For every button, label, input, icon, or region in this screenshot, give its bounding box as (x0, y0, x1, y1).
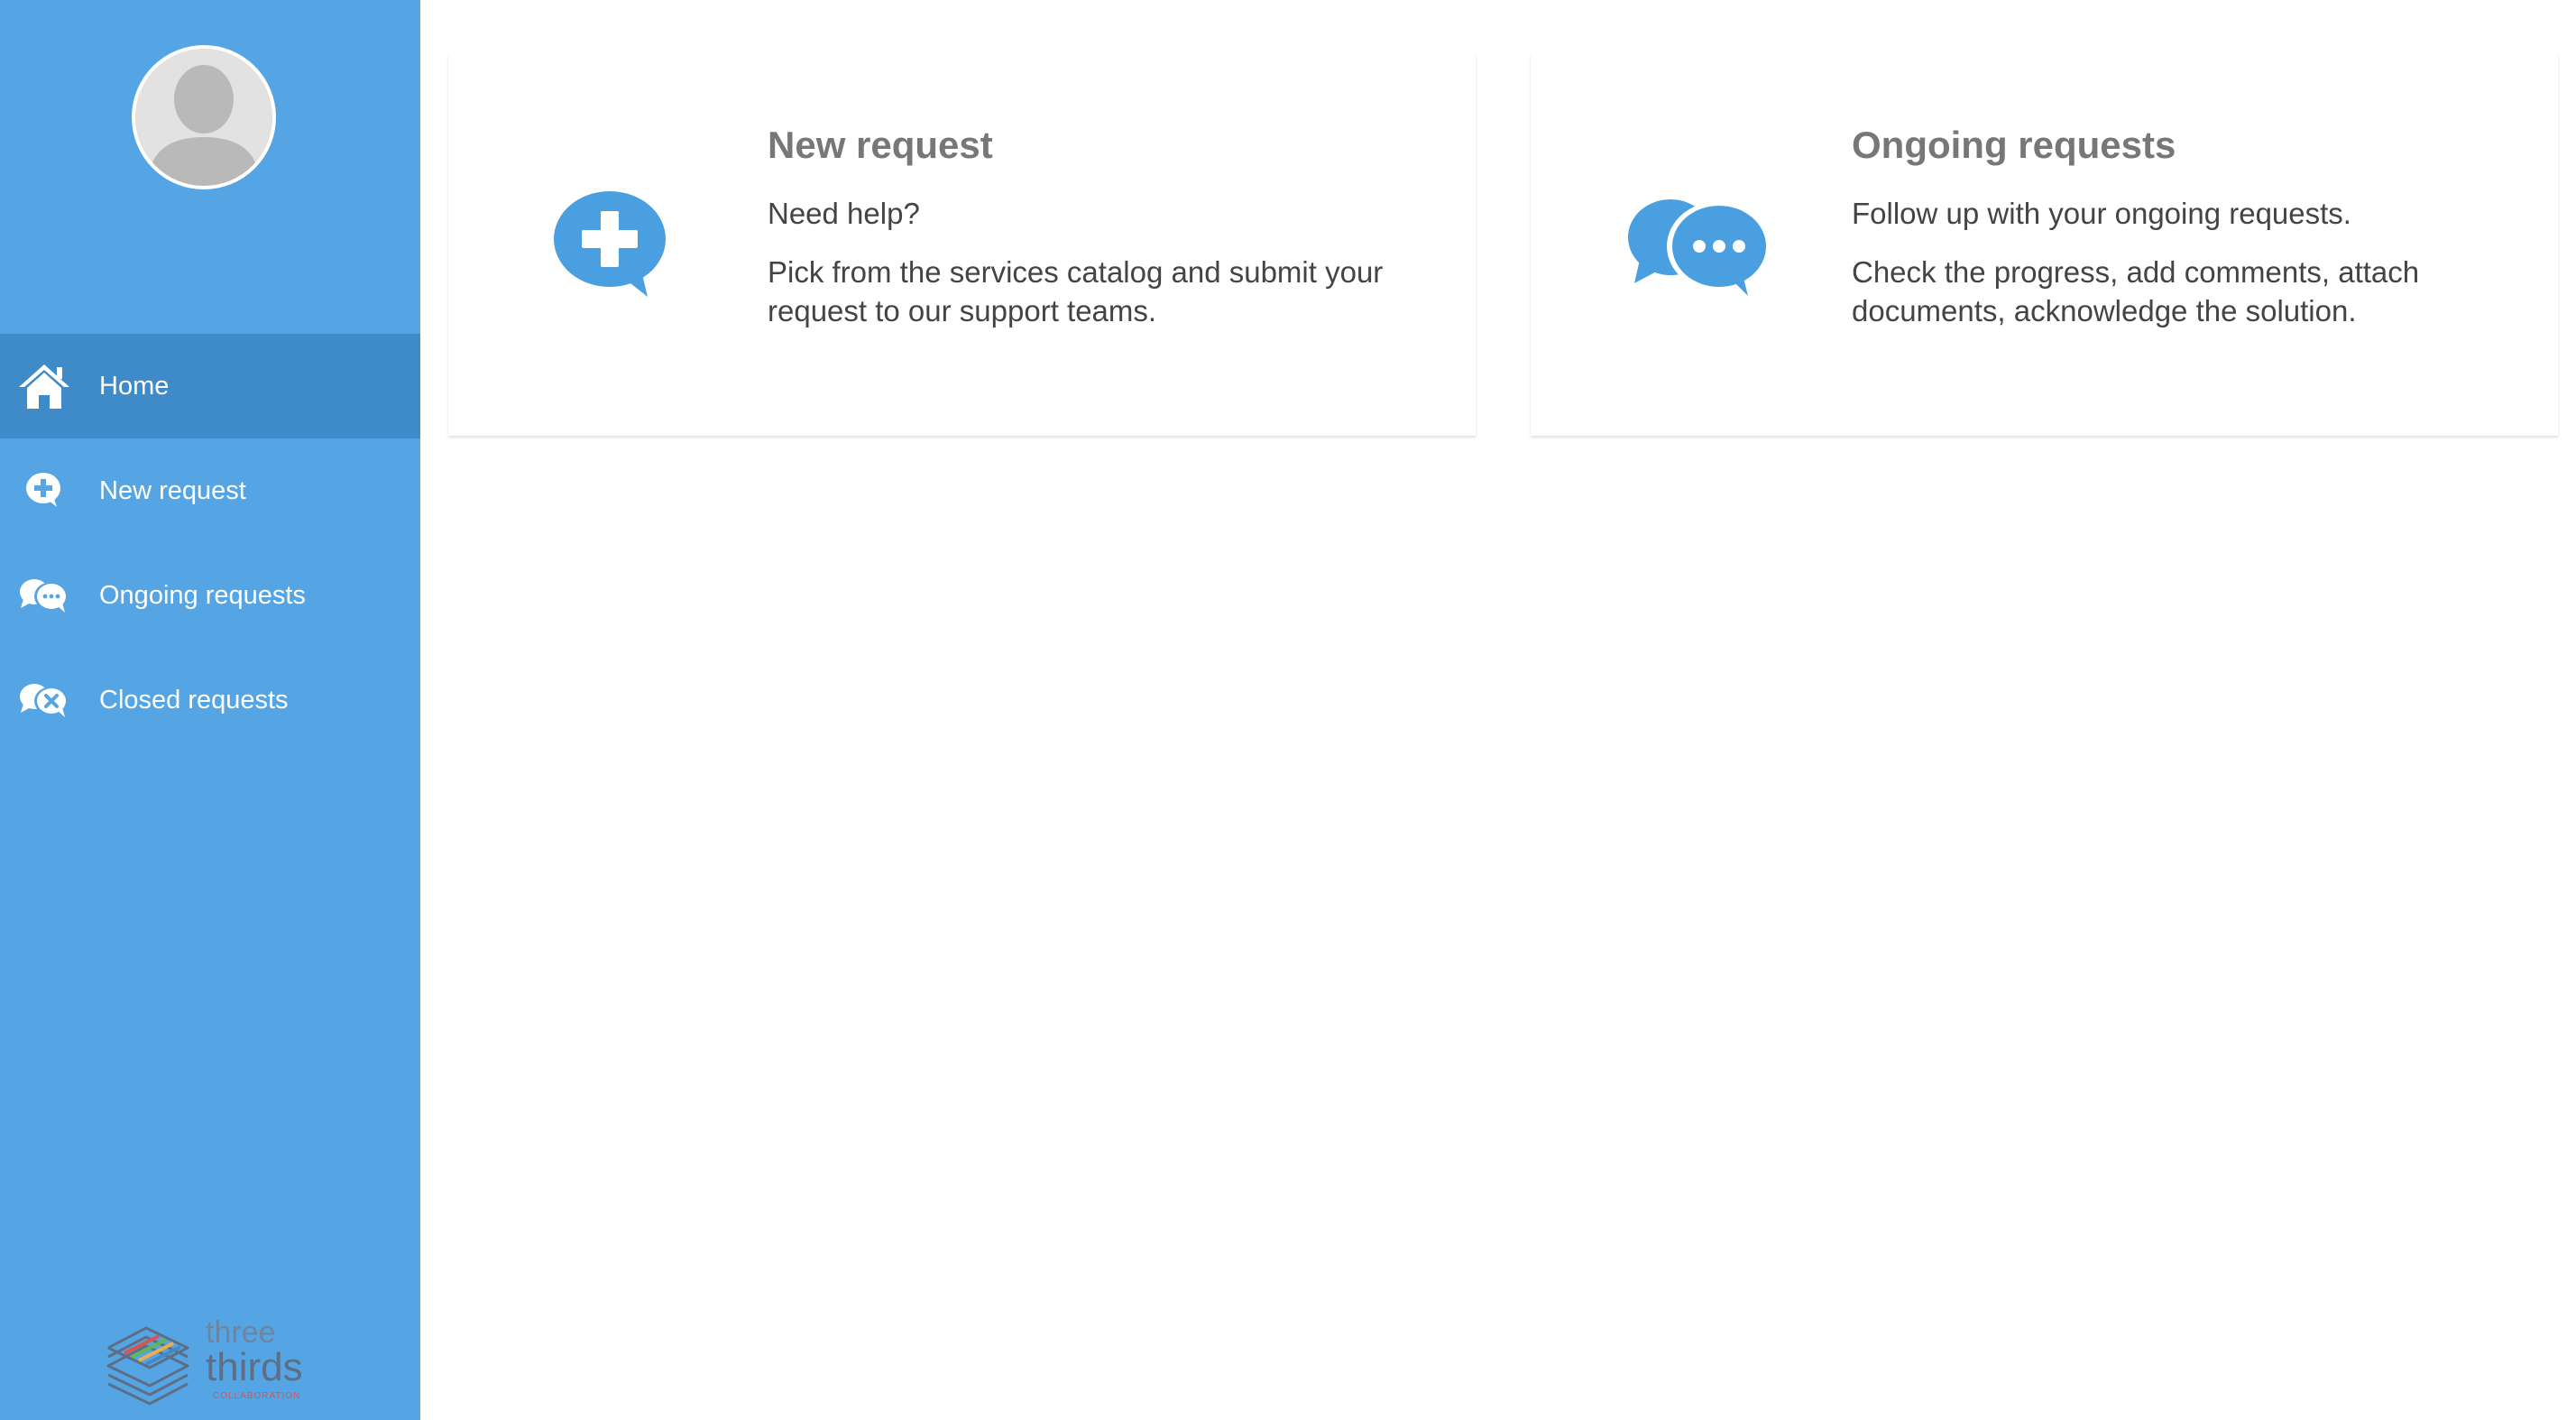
card-subtitle: Follow up with your ongoing requests. (1852, 197, 2351, 231)
chat-bubbles-icon (16, 567, 72, 623)
sidebar-item-home[interactable]: Home (0, 334, 420, 438)
plus-bubble-icon (16, 463, 72, 519)
sidebar-item-ongoing-requests[interactable]: Ongoing requests (0, 543, 420, 648)
sidebar-item-label: Home (99, 371, 170, 401)
sidebar-item-closed-requests[interactable]: Closed requests (0, 648, 420, 752)
ongoing-requests-card[interactable]: Ongoing requests Follow up with your ong… (1531, 54, 2558, 436)
card-description: Check the progress, add comments, attach… (1852, 255, 2420, 327)
sidebar-nav: Home New request Ongoing requests Closed… (0, 334, 420, 752)
logo-text-thirds: thirds (206, 1345, 303, 1389)
home-icon (16, 358, 72, 414)
plus-bubble-icon (554, 189, 671, 302)
sidebar: Home New request Ongoing requests Closed… (0, 0, 420, 1420)
card-text: Ongoing requests Follow up with your ong… (1852, 124, 2501, 331)
three-thirds-logo: three thirds COLLABORATION (105, 1310, 312, 1409)
card-subtitle: Need help? (768, 197, 920, 231)
closed-bubbles-icon (16, 672, 72, 728)
logo-text-collaboration: COLLABORATION (213, 1391, 300, 1401)
sidebar-item-label: Ongoing requests (99, 580, 306, 610)
sidebar-item-label: Closed requests (99, 685, 289, 715)
user-avatar-icon (135, 49, 272, 186)
sidebar-item-new-request[interactable]: New request (0, 438, 420, 543)
card-description: Pick from the services catalog and submi… (768, 255, 1384, 327)
new-request-card[interactable]: New request Need help? Pick from the ser… (448, 54, 1476, 436)
chat-bubbles-icon (1624, 197, 1777, 302)
card-title: New request (768, 124, 993, 166)
sidebar-item-label: New request (99, 475, 246, 505)
card-title: Ongoing requests (1852, 124, 2176, 166)
card-text: New request Need help? Pick from the ser… (768, 124, 1417, 331)
user-avatar[interactable] (132, 45, 276, 189)
